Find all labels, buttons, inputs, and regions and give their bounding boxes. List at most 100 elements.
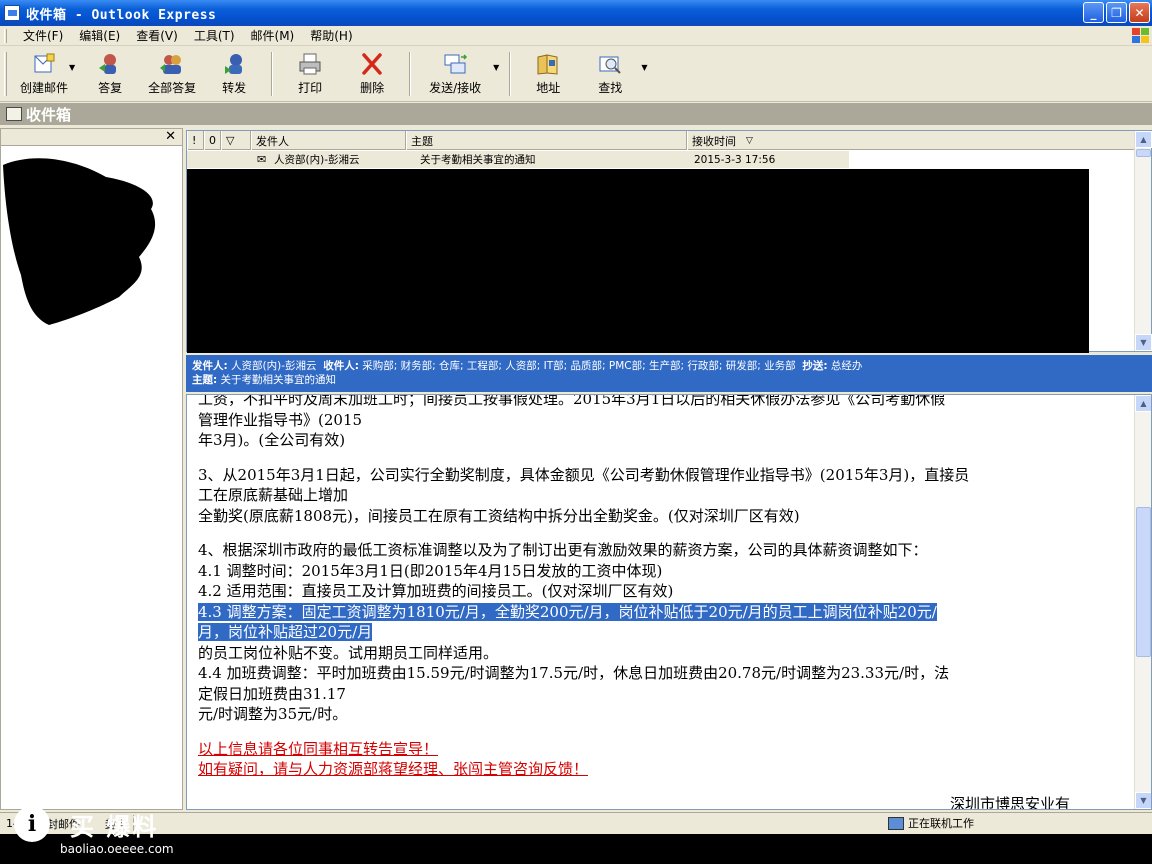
body-line: 元/时调整为35元/时。 bbox=[198, 705, 348, 723]
folder-name: 收件箱 bbox=[26, 105, 72, 124]
selected-text[interactable]: 月，岗位补贴超过20元/月 bbox=[198, 623, 373, 641]
cc-label: 抄送: bbox=[802, 360, 828, 372]
menu-edit[interactable]: 编辑(E) bbox=[71, 27, 128, 44]
preview-header-row1: 发件人: 人资部(内)-彭湘云 收件人: 采购部; 财务部; 仓库; 工程部; … bbox=[192, 359, 1146, 373]
body-line: 的员工岗位补贴不变。试用期员工同样适用。 bbox=[198, 643, 499, 662]
sort-descending-icon: ▽ bbox=[746, 135, 753, 146]
watermark-text: 买 爆料 bbox=[70, 812, 159, 841]
message-row[interactable]: ✉ 人资部(内)-彭湘云 关于考勤相关事宜的通知 2015-3-3 17:56 bbox=[187, 151, 849, 168]
preview-pane[interactable]: 工资，不扣平时及周末加班工时；间接员工按事假处理。2015年3月1日以后的相关休… bbox=[186, 394, 1152, 810]
scroll-down-icon[interactable]: ▼ bbox=[1135, 792, 1151, 809]
watermark-logo: i bbox=[14, 806, 50, 842]
cc-value[interactable]: 总经办 bbox=[831, 360, 863, 372]
body-line: 全勤奖(原底薪1808元)，间接员工在原有工资结构中拆分出全勤奖金。(仅对深圳厂… bbox=[198, 506, 800, 525]
col-from[interactable]: 发件人 bbox=[251, 131, 406, 150]
message-list-columns: ! 0 ▽ 发件人 主题 接收时间 ▽ bbox=[187, 131, 1135, 150]
computer-icon bbox=[888, 816, 904, 830]
folder-bar: 收件箱 bbox=[0, 103, 1152, 125]
reply-all-label: 全部答复 bbox=[148, 81, 197, 95]
send-receive-button[interactable]: 发送/接收 bbox=[417, 49, 493, 99]
subject-value: 关于考勤相关事宜的通知 bbox=[220, 374, 337, 386]
online-status: 正在联机工作 bbox=[888, 815, 974, 831]
scroll-up-icon[interactable]: ▲ bbox=[1135, 395, 1151, 412]
menu-grip[interactable] bbox=[4, 28, 7, 43]
address-book-icon bbox=[537, 54, 558, 75]
outlook-app-icon[interactable] bbox=[4, 5, 20, 21]
to-value[interactable]: 采购部; 财务部; 仓库; 工程部; 人资部; IT部; 品质部; PMC部; … bbox=[362, 360, 795, 372]
toolbar: 创建邮件 ▼ 答复 全部答复 转发 打印 删除 发送/接收 ▼ 地址 查找 ▼ bbox=[0, 47, 1152, 102]
signature-line: 深圳市博思安业有 bbox=[950, 794, 1071, 810]
body-line: 3、从2015年3月1日起，公司实行全勤奖制度，具体金额见《公司考勤休假管理作业… bbox=[198, 465, 970, 484]
find-button[interactable]: 查找 bbox=[579, 49, 641, 99]
menu-message[interactable]: 邮件(M) bbox=[243, 27, 303, 44]
addresses-button[interactable]: 地址 bbox=[517, 49, 579, 99]
col-received-label: 接收时间 bbox=[692, 134, 736, 148]
body-line: 定假日加班费由31.17 bbox=[198, 684, 346, 703]
col-received[interactable]: 接收时间 ▽ bbox=[687, 131, 1135, 150]
col-subject[interactable]: 主题 bbox=[406, 131, 687, 150]
toolbar-separator bbox=[271, 52, 274, 96]
watermark: i 买 爆料 bbox=[14, 806, 158, 842]
create-mail-label: 创建邮件 bbox=[19, 81, 68, 95]
watermark-url: baoliao.oeeee.com bbox=[60, 842, 174, 856]
menu-view[interactable]: 查看(V) bbox=[128, 27, 186, 44]
close-button[interactable]: ✕ bbox=[1129, 2, 1150, 23]
scroll-up-icon[interactable]: ▲ bbox=[1135, 131, 1152, 148]
opened-envelope-icon: ✉ bbox=[257, 153, 267, 166]
delete-x-icon bbox=[362, 53, 382, 75]
preview-scrollbar[interactable]: ▲ ▼ bbox=[1134, 395, 1151, 809]
scroll-down-icon[interactable]: ▼ bbox=[1135, 334, 1152, 351]
restore-button[interactable]: ❐ bbox=[1106, 2, 1127, 23]
body-line: 4.2 适用范围：直接员工及计算加班费的间接员工。(仅对深圳厂区有效) bbox=[198, 582, 674, 600]
message-received: 2015-3-3 17:56 bbox=[694, 153, 776, 166]
message-body: 工资，不扣平时及周末加班工时；间接员工按事假处理。2015年3月1日以后的相关休… bbox=[198, 394, 1128, 810]
forward-icon bbox=[225, 54, 243, 74]
window-title: 收件箱 - Outlook Express bbox=[26, 7, 217, 23]
body-line: 4.4 加班费调整：平时加班费由15.59元/时调整为17.5元/时，休息日加班… bbox=[198, 664, 950, 682]
print-button[interactable]: 打印 bbox=[279, 49, 341, 99]
toolbar-grip[interactable] bbox=[4, 52, 7, 96]
selected-text[interactable]: 4.3 调整方案：固定工资调整为1810元/月，全勤奖200元/月，岗位补贴低于… bbox=[198, 602, 937, 621]
body-line: 工资，不扣平时及周末加班工时；间接员工按事假处理。2015年3月1日以后的相关休… bbox=[198, 394, 946, 408]
folder-pane-close-icon[interactable]: ✕ bbox=[165, 129, 176, 144]
send-receive-dropdown-icon[interactable]: ▼ bbox=[493, 63, 499, 72]
message-list-scrollbar[interactable]: ▲ ▼ bbox=[1134, 131, 1152, 351]
minimize-button[interactable]: _ bbox=[1083, 2, 1104, 23]
redaction-box bbox=[187, 169, 1089, 353]
inbox-icon bbox=[6, 107, 22, 121]
send-receive-label: 发送/接收 bbox=[429, 81, 482, 95]
scroll-thumb[interactable] bbox=[1136, 149, 1151, 157]
message-subject: 关于考勤相关事宜的通知 bbox=[420, 154, 536, 166]
toolbar-separator bbox=[409, 52, 412, 96]
subject-label: 主题: bbox=[192, 374, 218, 386]
menu-tools[interactable]: 工具(T) bbox=[186, 27, 243, 44]
body-line: 管理作业指导书》(2015 bbox=[198, 410, 363, 429]
to-label: 收件人: bbox=[323, 360, 359, 372]
menu-help[interactable]: 帮助(H) bbox=[302, 27, 360, 44]
new-mail-icon bbox=[34, 53, 55, 73]
reply-all-icon bbox=[160, 55, 182, 74]
find-dropdown-icon[interactable]: ▼ bbox=[641, 63, 647, 72]
menu-bar: 文件(F) 编辑(E) 查看(V) 工具(T) 邮件(M) 帮助(H) bbox=[0, 26, 1152, 46]
menu-file[interactable]: 文件(F) bbox=[15, 27, 71, 44]
reply-label: 答复 bbox=[98, 81, 123, 95]
printer-icon bbox=[299, 53, 321, 75]
create-mail-button[interactable]: 创建邮件 bbox=[13, 49, 75, 99]
print-label: 打印 bbox=[298, 81, 323, 95]
reply-button[interactable]: 答复 bbox=[79, 49, 141, 99]
status-bar: 140 封邮件， 封未 正在联机工作 bbox=[0, 812, 1152, 834]
delete-button[interactable]: 删除 bbox=[341, 49, 403, 99]
col-priority[interactable]: ! bbox=[187, 131, 204, 150]
find-icon bbox=[599, 56, 622, 74]
notice-line: 如有疑问，请与人力资源部蒋望经理、张闯主管咨询反馈！ bbox=[198, 760, 589, 778]
folder-pane-header: ✕ bbox=[1, 129, 182, 146]
col-flag[interactable]: ▽ bbox=[221, 131, 251, 150]
redaction-scribble bbox=[3, 158, 156, 325]
col-attachment[interactable]: 0 bbox=[204, 131, 221, 150]
from-value[interactable]: 人资部(内)-彭湘云 bbox=[231, 360, 316, 372]
notice-line: 以上信息请各位同事相互转告宣导！ bbox=[198, 739, 439, 758]
forward-button[interactable]: 转发 bbox=[203, 49, 265, 99]
scroll-thumb[interactable] bbox=[1136, 507, 1151, 657]
reply-all-button[interactable]: 全部答复 bbox=[141, 49, 203, 99]
windows-flag-icon bbox=[1130, 27, 1150, 45]
